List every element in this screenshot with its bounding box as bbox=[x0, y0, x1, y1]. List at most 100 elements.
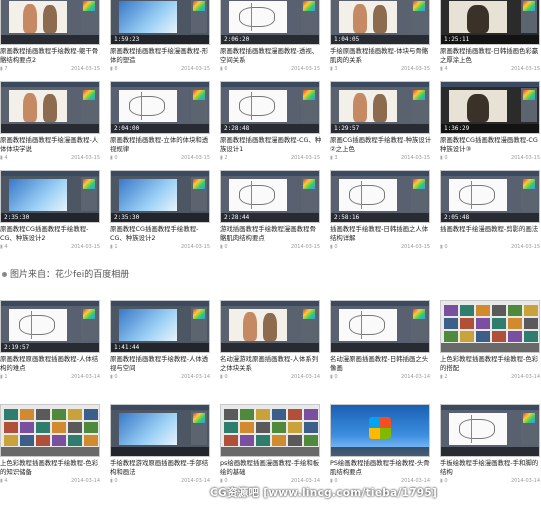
album-item[interactable]: 原画教程插画教程手绘漫画教程-人体体块学说4 2014-03-15 bbox=[0, 81, 100, 161]
album-item[interactable]: 2:04:00 原画教程插画教程-立体的体块和透视规律0 2014-03-15 bbox=[110, 81, 210, 161]
video-title[interactable]: 原画教程插画教程-立体的体块和透视规律 bbox=[110, 136, 212, 154]
video-meta: 4 2014-03-15 bbox=[440, 66, 540, 74]
video-title[interactable]: PS绘画教程插画教程手绘教程-头骨肌结构要点 bbox=[330, 459, 432, 477]
album-item[interactable]: 2:28:44 游戏插画教程手绘教程漫画教程骨骼肌肉结构要点0 2014-03-15 bbox=[220, 170, 320, 250]
album-item[interactable]: 1:04:05 手绘原画教程插画教程-体块与骨骼肌肉的关系3 2014-03-15 bbox=[330, 0, 430, 72]
album-item[interactable]: 2:35:30 原画教程CG插画教程手绘教程-CG、种族设计24 2014-03-1… bbox=[0, 170, 100, 250]
video-thumbnail[interactable]: 2:28:44 bbox=[220, 170, 320, 223]
video-meta: 4 2014-03-15 bbox=[0, 155, 100, 163]
upload-date: 2014-03-15 bbox=[180, 66, 210, 72]
comment-count: 3 bbox=[330, 155, 337, 161]
album-item[interactable]: 1:59:23 原画教程插画教程手绘漫画教程-形体的塑造8 2014-03-15 bbox=[110, 0, 210, 72]
video-meta: 1 2014-03-15 bbox=[110, 244, 210, 252]
video-title[interactable]: 手板绘教程手绘漫画教程-手和脚的结构 bbox=[440, 459, 541, 477]
video-thumbnail[interactable]: 2:04:00 bbox=[110, 81, 210, 134]
upload-date: 2014-03-14 bbox=[400, 478, 430, 484]
duration-ribbon bbox=[1, 124, 99, 133]
video-thumbnail[interactable]: 2:19:57 bbox=[0, 300, 100, 353]
album-item[interactable]: 2:35:30 原画教程CG插画教程手绘教程-CG、种族设计21 2014-03-1… bbox=[110, 170, 210, 250]
video-thumbnail[interactable]: 1:04:05 bbox=[330, 0, 430, 45]
video-title[interactable]: 原画教程CG插画教程手绘教程-CG、种族设计2 bbox=[0, 225, 102, 243]
video-thumbnail[interactable]: 1:29:57 bbox=[330, 81, 430, 134]
video-thumbnail[interactable] bbox=[330, 300, 430, 353]
comment-count: 0 bbox=[440, 155, 447, 161]
album-item[interactable]: 名动漫游戏原画插画教程-人体系列之体块关系0 2014-03-14 bbox=[220, 300, 320, 380]
video-thumbnail[interactable]: 1:25:11 bbox=[440, 0, 540, 45]
album-item[interactable]: ps绘画教程插画漫画教程-手绘和板绘的基础0 2014-03-14 bbox=[220, 404, 320, 484]
video-thumbnail[interactable] bbox=[0, 404, 100, 457]
video-title[interactable]: 原画教程插画教程漫画教程-透视、空间关系 bbox=[220, 47, 322, 65]
video-duration: 2:05:48 bbox=[444, 214, 470, 221]
video-title[interactable]: 原画教程插画教程漫画教程-CG、种族设计1 bbox=[220, 136, 322, 154]
video-title[interactable]: 插画教程手绘漫画教程-剪影的画法 bbox=[440, 225, 541, 243]
album-item[interactable]: 手绘教程游戏原画插画教程-手部结构和画法0 2014-03-14 bbox=[110, 404, 210, 484]
video-thumbnail[interactable]: 2:06:20 bbox=[220, 0, 320, 45]
video-title[interactable]: 原画教程原画教程插画教程-人体结构的难点 bbox=[0, 355, 102, 373]
album-item[interactable]: 1:36:29 原画教程CG插画教程漫画教程-CG种族设计③0 2014-03-15 bbox=[440, 81, 540, 161]
upload-date: 2014-03-15 bbox=[290, 155, 320, 161]
video-thumbnail[interactable]: 2:35:30 bbox=[110, 170, 210, 223]
video-title[interactable]: 名动漫游戏原画插画教程-人体系列之体块关系 bbox=[220, 355, 322, 373]
video-thumbnail[interactable]: 1:41:44 bbox=[110, 300, 210, 353]
duration-ribbon bbox=[1, 35, 99, 44]
album-item[interactable]: PS绘画教程插画教程手绘教程-头骨肌结构要点0 2014-03-14 bbox=[330, 404, 430, 484]
video-thumbnail[interactable] bbox=[220, 404, 320, 457]
upload-date: 2014-03-15 bbox=[400, 244, 430, 250]
video-thumbnail[interactable]: 2:35:30 bbox=[0, 170, 100, 223]
video-thumbnail[interactable] bbox=[440, 404, 540, 457]
album-item[interactable]: 手板绘教程手绘漫画教程-手和脚的结构0 2014-03-14 bbox=[440, 404, 540, 484]
video-thumbnail[interactable]: 2:58:16 bbox=[330, 170, 430, 223]
video-title[interactable]: 原画教程CG插画教程漫画教程-CG种族设计③ bbox=[440, 136, 541, 154]
video-title[interactable]: 上色彩教程插画教程手绘教程-色彩的搭配 bbox=[440, 355, 541, 373]
video-thumbnail[interactable] bbox=[220, 300, 320, 353]
album-item[interactable]: 2:06:20 原画教程插画教程漫画教程-透视、空间关系6 2014-03-15 bbox=[220, 0, 320, 72]
album-item[interactable]: 1:25:11 原画教程插画教程-日韩插画色彩赢之厚涂上色4 2014-03-15 bbox=[440, 0, 540, 72]
video-meta: 0 2014-03-15 bbox=[220, 244, 320, 252]
video-thumbnail[interactable] bbox=[440, 300, 540, 353]
comment-count: 8 bbox=[110, 66, 117, 72]
video-meta: 2 2014-03-15 bbox=[220, 155, 320, 163]
video-thumbnail[interactable] bbox=[0, 81, 100, 134]
video-thumbnail[interactable] bbox=[0, 0, 100, 45]
album-item[interactable]: 2:05:48 插画教程手绘漫画教程-剪影的画法0 2014-03-15 bbox=[440, 170, 540, 250]
video-title[interactable]: ps绘画教程插画漫画教程-手绘和板绘的基础 bbox=[220, 459, 322, 477]
video-meta: 4 2014-03-15 bbox=[0, 244, 100, 252]
duration-ribbon bbox=[331, 343, 429, 352]
video-thumbnail[interactable]: 2:05:48 bbox=[440, 170, 540, 223]
video-meta: 0 2014-03-14 bbox=[220, 374, 320, 382]
comment-count: 0 bbox=[440, 478, 447, 484]
album-item[interactable]: 上色彩教程插画教程手绘教程-色彩的知识储备4 2014-03-14 bbox=[0, 404, 100, 484]
video-thumbnail[interactable] bbox=[330, 404, 430, 457]
video-meta: 4 2014-03-14 bbox=[0, 478, 100, 486]
video-thumbnail[interactable] bbox=[110, 404, 210, 457]
video-title[interactable]: 手绘教程游戏原画插画教程-手部结构和画法 bbox=[110, 459, 212, 477]
album-item[interactable]: 2:19:57 原画教程原画教程插画教程-人体结构的难点1 2014-03-14 bbox=[0, 300, 100, 380]
video-title[interactable]: 原画教程插画教程-日韩插画色彩赢之厚涂上色 bbox=[440, 47, 541, 65]
video-title[interactable]: 上色彩教程插画教程手绘教程-色彩的知识储备 bbox=[0, 459, 102, 477]
video-title[interactable]: 原画教程插画教程手绘教程-人体透视与空间 bbox=[110, 355, 212, 373]
video-title[interactable]: 原画教程插画教程手绘漫画教程-人体体块学说 bbox=[0, 136, 102, 154]
video-title[interactable]: 原画教程CG插画教程手绘教程-CG、种族设计2 bbox=[110, 225, 212, 243]
upload-date: 2014-03-14 bbox=[70, 374, 100, 380]
album-item[interactable]: 1:41:44 原画教程插画教程手绘教程-人体透视与空间0 2014-03-14 bbox=[110, 300, 210, 380]
video-title[interactable]: 名动漫原画插画教程-日韩插画之头像画 bbox=[330, 355, 432, 373]
video-title[interactable]: 原画教程插画教程手绘教程-躯干骨骼结构要点2 bbox=[0, 47, 102, 65]
comment-count: 4 bbox=[0, 244, 7, 250]
video-title[interactable]: 手绘原画教程插画教程-体块与骨骼肌肉的关系 bbox=[330, 47, 432, 65]
video-title[interactable]: 原画CG插画教程手绘教程-种族设计②之上色 bbox=[330, 136, 432, 154]
video-title[interactable]: 原画教程插画教程手绘漫画教程-形体的塑造 bbox=[110, 47, 212, 65]
album-item[interactable]: 2:28:48 原画教程插画教程漫画教程-CG、种族设计12 2014-03-15 bbox=[220, 81, 322, 163]
album-item[interactable]: 1:29:57 原画CG插画教程手绘教程-种族设计②之上色3 2014-03-15 bbox=[330, 81, 432, 161]
album-item[interactable]: 原画教程插画教程手绘教程-躯干骨骼结构要点27 2014-03-15 bbox=[0, 0, 100, 72]
video-duration: 1:25:11 bbox=[444, 36, 470, 43]
video-title[interactable]: 游戏插画教程手绘教程漫画教程骨骼肌肉结构要点 bbox=[220, 225, 322, 243]
video-title[interactable]: 插画教程手绘教程-日韩插画之人体结构详解 bbox=[330, 225, 432, 243]
comment-count: 0 bbox=[330, 244, 337, 250]
album-item[interactable]: 上色彩教程插画教程手绘教程-色彩的搭配2 2014-03-14 bbox=[440, 300, 540, 380]
video-thumbnail[interactable]: 1:36:29 bbox=[440, 81, 540, 134]
album-item[interactable]: 2:58:16 插画教程手绘教程-日韩插画之人体结构详解0 2014-03-15 bbox=[330, 170, 430, 250]
album-item[interactable]: 名动漫原画插画教程-日韩插画之头像画0 2014-03-14 bbox=[330, 300, 430, 380]
video-thumbnail[interactable]: 1:59:23 bbox=[110, 0, 210, 45]
upload-date: 2014-03-14 bbox=[290, 374, 320, 380]
video-thumbnail[interactable]: 2:28:48 bbox=[220, 81, 320, 134]
